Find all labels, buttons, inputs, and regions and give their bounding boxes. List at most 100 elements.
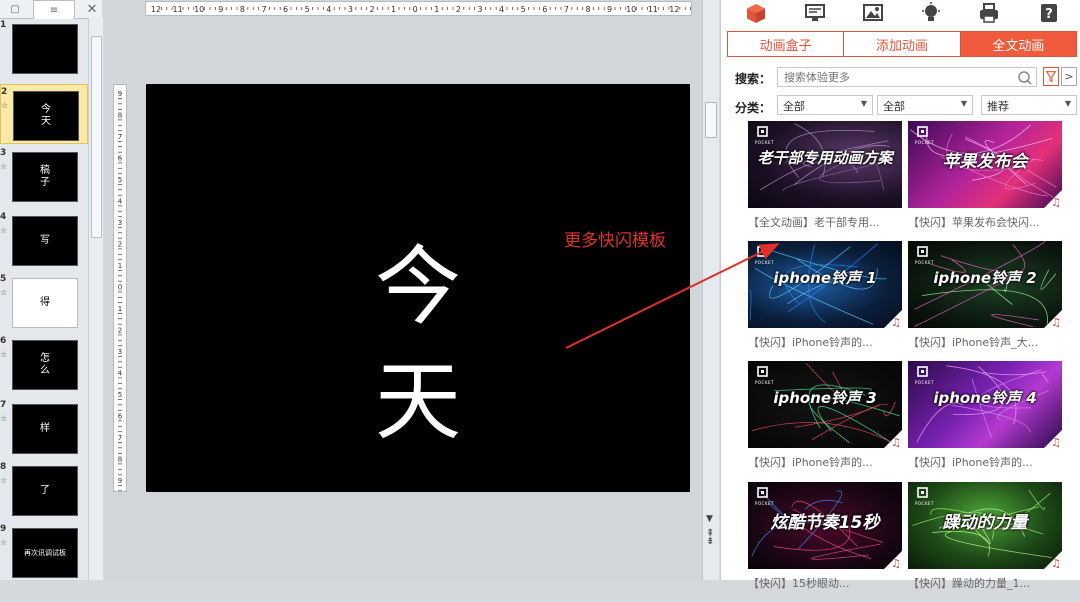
template-caption[interactable]: 【快闪】iPhone铃声的... [908,454,1062,470]
select-value: 推荐 [987,100,1009,113]
slide-number: 2 [1,87,8,97]
slide-number: 5 [0,274,7,284]
search-icon[interactable] [1017,70,1033,86]
svg-text:0: 0 [118,284,122,292]
template-caption[interactable]: 【快闪】iPhone铃声的... [748,454,902,470]
template-title: 炫酷节奏15秒 [770,513,880,533]
chevron-down-icon: ▼ [960,99,967,108]
svg-text:9: 9 [118,477,122,485]
editor-scrollbar-thumb[interactable] [705,102,717,138]
template-thumbnail[interactable]: POCKET iphone铃声 4 ♫ [908,361,1062,448]
slide-text-line-2[interactable]: 天 [146,359,690,445]
slide-thumbnail[interactable]: 今 天 [13,91,79,141]
template-card[interactable]: POCKET iphone铃声 3 ♫ 【快闪】iPhone铃声的... [748,361,902,481]
slide-thumbnail[interactable]: 怎 么 [12,340,78,390]
svg-text:2: 2 [369,5,374,14]
template-card[interactable]: POCKET 老干部专用动画方案【全文动画】老干部专用... [748,121,902,241]
template-thumbnail[interactable]: POCKET 躁动的力量 ♫ [908,482,1062,569]
slide-thumbnail-row[interactable]: 2 ☆ 今 天 [0,84,88,144]
current-slide[interactable]: 今 天 [146,84,690,492]
thumbnail-scrollbar[interactable] [88,18,103,580]
template-thumbnail[interactable]: POCKET 炫酷节奏15秒 ♫ [748,482,902,569]
template-card[interactable]: POCKET iphone铃声 2 ♫ 【快闪】iPhone铃声_大... [908,241,1062,361]
template-card[interactable]: POCKET iphone铃声 1 ♫ 【快闪】iPhone铃声的... [748,241,902,361]
template-caption[interactable]: 【快闪】苹果发布会快闪... [908,214,1062,230]
slide-thumbnail-row[interactable]: 9 ☆ 再次讯调试板 [0,522,88,580]
pocket-logo-text: POCKET [755,140,774,145]
svg-text:2: 2 [456,5,461,14]
svg-text:6: 6 [118,155,123,163]
search-input[interactable] [777,67,1037,87]
slide-thumbnail-row[interactable]: 5 ☆ 得 [0,272,88,332]
bulb-icon[interactable] [919,1,943,25]
template-card[interactable]: POCKET 躁动的力量 ♫ 【快闪】躁动的力量_1... [908,482,1062,602]
slide-thumbnail-row[interactable]: 3 ☆ 稿 子 [0,146,88,206]
template-caption[interactable]: 【快闪】iPhone铃声的... [748,334,902,350]
panel-tab-outline[interactable]: ≡ [33,0,75,19]
slide-thumbnail-text: 了 [40,485,50,496]
slide-thumbnail[interactable]: 了 [12,466,78,516]
template-card[interactable]: POCKET iphone铃声 4 ♫ 【快闪】iPhone铃声的... [908,361,1062,481]
template-caption[interactable]: 【快闪】iPhone铃声_大... [908,334,1062,350]
help-icon[interactable]: ? [1037,1,1061,25]
panel-tab-slides[interactable]: ▢ [0,0,30,18]
slide-thumbnail[interactable] [12,24,78,74]
slide-thumbnail-text: 稿 子 [40,165,50,188]
category-select-1[interactable]: 全部 ▼ [777,95,873,115]
tab-full-text-animation[interactable]: 全文动画 [960,32,1076,56]
printer-icon[interactable] [977,1,1001,25]
svg-text:6: 6 [283,5,288,14]
slide-text-line-1[interactable]: 今 [146,244,690,330]
slide-thumbnail-text: 今 天 [41,104,51,127]
svg-text:1: 1 [434,5,439,14]
template-thumbnail[interactable]: POCKET 苹果发布会 ♫ [908,121,1062,208]
tab-animation-box[interactable]: 动画盒子 [728,32,845,56]
filter-icon[interactable] [1043,67,1059,86]
template-thumbnail[interactable]: POCKET iphone铃声 3 ♫ [748,361,902,448]
svg-text:5: 5 [305,5,310,14]
template-caption[interactable]: 【快闪】躁动的力量_1... [908,575,1062,591]
svg-text:5: 5 [521,5,526,14]
slide-thumbnail-row[interactable]: 8 ☆ 了 [0,460,88,520]
svg-text:8: 8 [118,456,122,464]
slide-thumbnail[interactable]: 稿 子 [12,152,78,202]
tab-add-animation[interactable]: 添加动画 [844,32,961,56]
svg-text:9: 9 [118,90,122,98]
slide-number: 1 [0,20,7,30]
monitor-icon[interactable] [803,1,827,25]
prev-slide-icon[interactable]: ⇞ ⇟ [706,529,714,547]
slide-thumbnail-row[interactable]: 4 ☆ 写 [0,210,88,270]
scrollbar-thumb[interactable] [91,36,102,238]
slide-thumbnail[interactable]: 再次讯调试板 [12,528,78,578]
category-select-2[interactable]: 全部 ▼ [877,95,973,115]
pocket-logo-text: POCKET [915,501,934,506]
image-icon[interactable] [861,1,885,25]
svg-text:6: 6 [118,413,123,421]
template-thumbnail[interactable]: POCKET 老干部专用动画方案 [748,121,902,208]
svg-text:?: ? [1045,7,1053,22]
cube-icon[interactable] [744,1,768,25]
svg-text:11: 11 [648,5,658,14]
slide-thumbnail-row[interactable]: 7 ☆ 样 [0,398,88,458]
template-caption[interactable]: 【全文动画】老干部专用... [748,214,902,230]
template-caption[interactable]: 【快闪】15秒眼动... [748,575,902,591]
template-card[interactable]: POCKET 炫酷节奏15秒 ♫ 【快闪】15秒眼动... [748,482,902,602]
editor-scrollbar[interactable]: ▼ ⇞ ⇟ [702,0,719,580]
template-card[interactable]: POCKET 苹果发布会 ♫ 【快闪】苹果发布会快闪... [908,121,1062,241]
music-note-icon: ♫ [1051,436,1061,448]
slide-thumbnail-text: 样 [40,423,50,434]
sort-select[interactable]: 推荐 ▼ [981,95,1077,115]
scroll-down-arrow-icon[interactable]: ▼ [706,514,713,524]
template-thumbnail[interactable]: POCKET iphone铃声 2 ♫ [908,241,1062,328]
template-thumbnail[interactable]: POCKET iphone铃声 1 ♫ [748,241,902,328]
svg-text:3: 3 [348,5,353,14]
slide-thumbnail[interactable]: 得 [12,278,78,328]
slide-thumbnail[interactable]: 样 [12,404,78,454]
slide-thumbnail-row[interactable]: 6 ☆ 怎 么 [0,334,88,394]
next-button[interactable]: > [1061,67,1077,86]
slide-thumbnail[interactable]: 写 [12,216,78,266]
slide-thumbnail-row[interactable]: 1 [0,18,88,78]
close-panel-button[interactable]: ✕ [82,0,102,18]
animation-plugin-panel: ? 动画盒子 添加动画 全文动画 搜索： > 分类： 全部 ▼ 全部 ▼ 推荐 ▼ P… [720,0,1080,590]
panel-tabs: ▢ ≡ ✕ [0,0,102,19]
